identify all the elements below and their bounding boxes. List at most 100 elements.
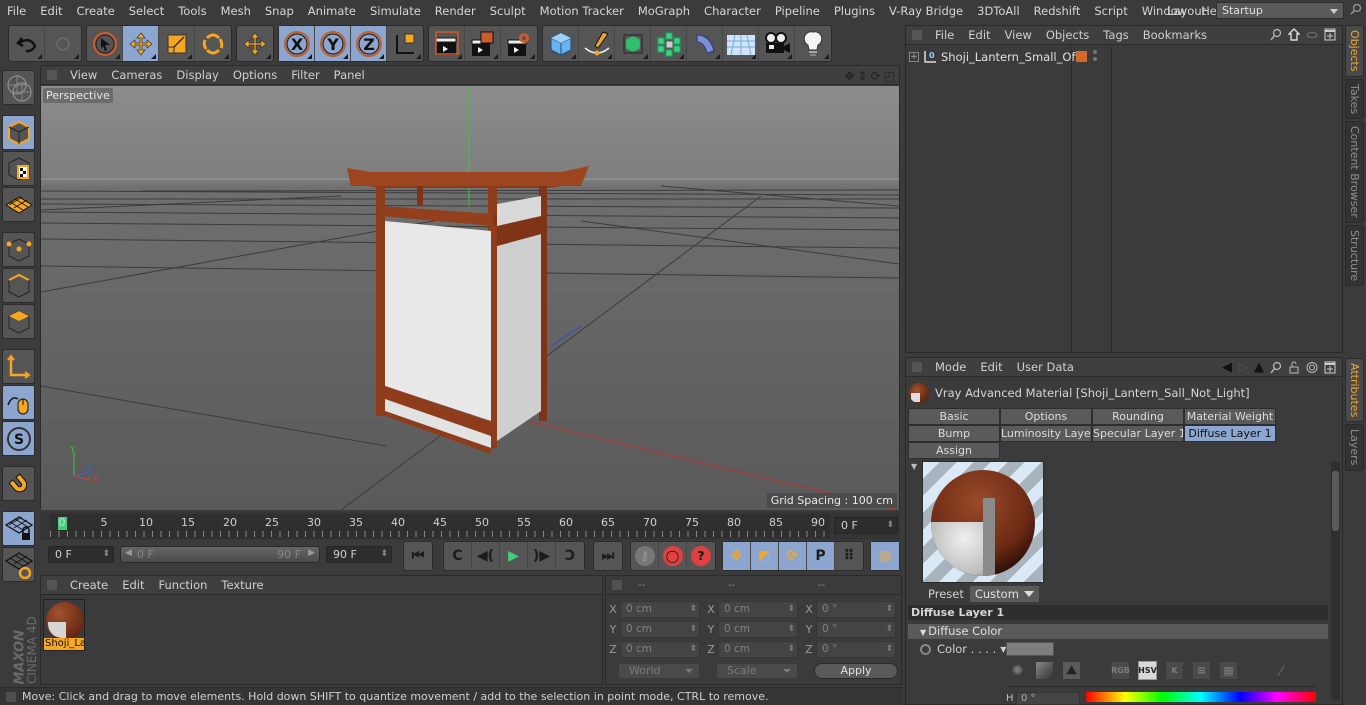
z-axis-lock-button[interactable]: Z (351, 26, 387, 61)
back-arrow-icon[interactable]: ◀ (1222, 360, 1232, 375)
planar-workplane-button[interactable] (2, 547, 35, 582)
pan-icon[interactable]: ✥ (844, 69, 854, 83)
subdivision-button[interactable] (615, 26, 651, 61)
panel-grip-icon[interactable] (912, 362, 922, 372)
menu-mesh[interactable]: Mesh (214, 4, 258, 18)
animation-radio[interactable] (920, 643, 931, 655)
menu-character[interactable]: Character (697, 4, 768, 18)
kelvin-mode-button[interactable]: K (1165, 661, 1184, 680)
play-button[interactable]: ▶ (500, 542, 528, 570)
menu-render[interactable]: Render (428, 4, 483, 18)
position-y-field[interactable]: 0 cm (620, 621, 700, 638)
timeline-ruler[interactable]: 0 5 10 15 20 25 30 35 40 45 50 55 60 65 70 75 80 85 90 (50, 514, 830, 538)
menu-edit[interactable]: Edit (33, 4, 69, 18)
previous-key-button[interactable]: C (444, 542, 472, 570)
rotation-z-field[interactable]: 0 ° (816, 641, 896, 658)
material-menu-texture[interactable]: Texture (214, 578, 270, 592)
attributes-menu-edit[interactable]: Edit (973, 360, 1009, 374)
hsv-mode-button[interactable]: HSV (1138, 661, 1157, 680)
solo-mode-button[interactable]: S (2, 421, 35, 456)
material-menu-create[interactable]: Create (63, 578, 115, 592)
visibility-toggle-icon[interactable] (1306, 28, 1318, 41)
swatches-icon[interactable]: ▦ (1219, 661, 1238, 680)
object-menu-file[interactable]: File (928, 28, 961, 42)
rotate-button[interactable] (195, 26, 231, 61)
range-right-arrow-icon[interactable]: ▶ (308, 548, 315, 558)
target-icon[interactable] (1306, 361, 1318, 374)
side-tab-attributes[interactable]: Attributes (1345, 358, 1364, 423)
preset-dropdown[interactable]: Custom (969, 586, 1039, 602)
key-point-level-button[interactable]: ⠿ (835, 542, 863, 570)
render-picture-viewer-button[interactable] (465, 26, 501, 61)
key-rotation-button[interactable]: ⟳ (779, 542, 807, 570)
scale-button[interactable] (159, 26, 195, 61)
rotation-x-field[interactable]: 0 ° (816, 601, 896, 618)
tweak-mode-button[interactable] (2, 385, 35, 420)
snap-button[interactable] (2, 466, 35, 501)
scrollbar-thumb[interactable] (1332, 471, 1339, 531)
panel-grip-icon[interactable] (612, 580, 622, 590)
menu-tools[interactable]: Tools (171, 4, 213, 18)
size-z-field[interactable]: 0 cm (718, 641, 798, 658)
autokeying-button[interactable]: ◯ (659, 542, 687, 570)
panel-grip-icon[interactable] (47, 70, 57, 80)
tab-luminosity-layer[interactable]: Luminosity Layer (1000, 425, 1092, 442)
position-z-field[interactable]: 0 cm (620, 641, 700, 658)
layer-color-tag[interactable] (1076, 51, 1087, 62)
menu-redshift[interactable]: Redshift (1027, 4, 1088, 18)
undo-button[interactable] (9, 26, 45, 61)
up-arrow-icon[interactable]: ▲ (1254, 360, 1264, 375)
image-picker-icon[interactable]: ⛰ (1062, 661, 1081, 680)
go-to-start-button[interactable]: ⏮ (404, 542, 432, 570)
spectrum-icon[interactable] (1035, 661, 1054, 680)
apply-button[interactable]: Apply (814, 663, 898, 679)
make-editable-button[interactable] (2, 70, 35, 105)
menu-plugins[interactable]: Plugins (827, 4, 882, 18)
light-button[interactable] (795, 26, 831, 61)
viewport-menu-panel[interactable]: Panel (327, 68, 372, 82)
camera-button[interactable] (759, 26, 795, 61)
floor-button[interactable] (723, 26, 759, 61)
material-menu-edit[interactable]: Edit (115, 578, 151, 592)
menu-simulate[interactable]: Simulate (363, 4, 428, 18)
size-y-field[interactable]: 0 cm (718, 621, 798, 638)
viewport-menu-cameras[interactable]: Cameras (104, 68, 169, 82)
viewport-canvas[interactable]: Perspective Y Z X Grid Spacing : 100 cm (41, 86, 899, 510)
tab-diffuse-layer-1[interactable]: Diffuse Layer 1 (1184, 425, 1276, 442)
coordinate-space-dropdown[interactable]: World (618, 663, 700, 679)
lock-icon[interactable] (1288, 361, 1300, 374)
side-tab-structure[interactable]: Structure (1345, 224, 1364, 286)
hue-slider[interactable] (1086, 692, 1316, 702)
range-left-arrow-icon[interactable]: ◀ (125, 548, 132, 558)
expand-icon[interactable]: + (909, 51, 919, 62)
object-menu-bookmarks[interactable]: Bookmarks (1136, 28, 1214, 42)
object-menu-edit[interactable]: Edit (961, 28, 997, 42)
mixer-icon[interactable]: ≡ (1192, 661, 1211, 680)
recent-tool-button[interactable] (237, 26, 273, 61)
camera-label[interactable]: Perspective (43, 88, 113, 103)
eyedropper-icon[interactable]: ⁄ (1280, 662, 1283, 680)
key-scale-button[interactable]: ◩ (751, 542, 779, 570)
diffuse-color-group[interactable]: ▼ Diffuse Color (908, 624, 1328, 639)
timeline-window-button[interactable]: ▦ (871, 542, 899, 570)
deformer-bend-button[interactable] (687, 26, 723, 61)
live-selection-button[interactable] (87, 26, 123, 61)
redo-button[interactable] (45, 26, 81, 61)
panel-grip-icon[interactable] (912, 30, 922, 40)
expand-triangle-icon[interactable]: ▼ (920, 628, 926, 637)
tab-assign[interactable]: Assign (908, 442, 1000, 459)
size-x-field[interactable]: 0 cm (718, 601, 798, 618)
rotation-y-field[interactable]: 0 ° (816, 621, 896, 638)
side-tab-layers[interactable]: Layers (1345, 424, 1364, 471)
menu-select[interactable]: Select (122, 4, 171, 18)
viewport-menu-options[interactable]: Options (226, 68, 284, 82)
maximize-view-icon[interactable]: ◰ (884, 69, 895, 83)
points-mode-button[interactable] (2, 232, 35, 267)
workplane-mode-button[interactable] (2, 187, 35, 222)
rgb-mode-button[interactable]: RGB (1111, 661, 1130, 680)
x-axis-lock-button[interactable]: X (279, 26, 315, 61)
layout-dropdown[interactable]: Startup (1216, 2, 1344, 19)
coordinate-system-button[interactable] (387, 26, 423, 61)
attributes-menu-mode[interactable]: Mode (928, 360, 973, 374)
edges-mode-button[interactable] (2, 268, 35, 303)
